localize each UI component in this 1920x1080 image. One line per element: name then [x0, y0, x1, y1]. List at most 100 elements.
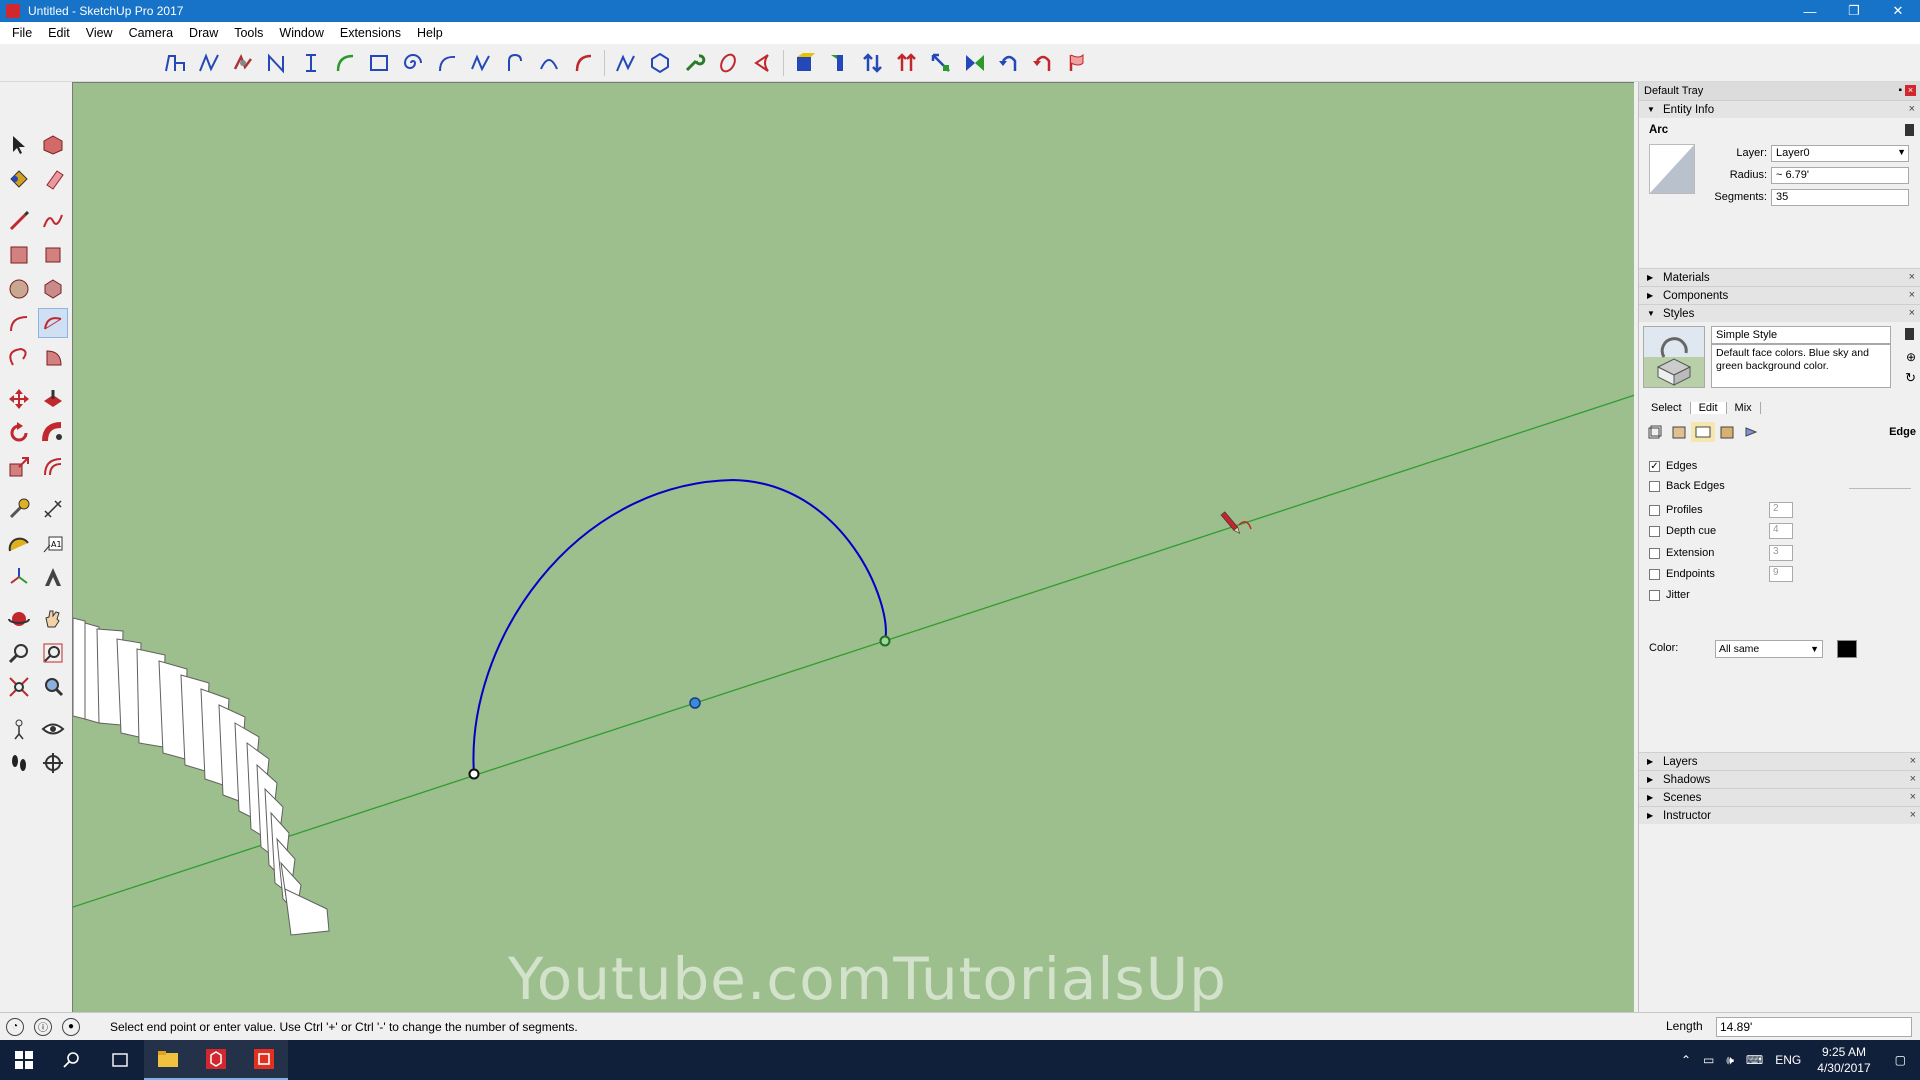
checkbox-depth-cue[interactable] [1649, 525, 1660, 537]
text-tool-icon[interactable]: A1 [38, 528, 68, 558]
position-camera-icon[interactable] [4, 714, 34, 744]
panel-close-icon[interactable]: × [1909, 307, 1915, 319]
panel-instructor[interactable]: ▶ Instructor × [1639, 806, 1920, 824]
endpoints-input[interactable]: 9 [1769, 566, 1793, 582]
panel-close-icon[interactable]: × [1909, 271, 1915, 283]
paint-bucket-icon[interactable] [4, 164, 34, 194]
option-edges[interactable]: ✓ Edges [1649, 458, 1697, 474]
fredo-curve-icon[interactable] [609, 48, 643, 78]
select-arrow-icon[interactable] [4, 130, 34, 160]
restore-button[interactable]: ❐ [1832, 0, 1876, 22]
option-jitter[interactable]: Jitter [1649, 587, 1690, 603]
zoom-window-icon[interactable] [38, 638, 68, 668]
menu-help[interactable]: Help [409, 26, 451, 40]
menu-view[interactable]: View [78, 26, 121, 40]
zoom-icon[interactable] [4, 638, 34, 668]
action-center-icon[interactable]: ▢ [1881, 1053, 1920, 1067]
chevron-up-icon[interactable]: ⌃ [1675, 1053, 1697, 1067]
bezier-curve-icon[interactable] [532, 48, 566, 78]
redo-arrow-icon[interactable] [1026, 48, 1060, 78]
rotate-icon[interactable] [4, 418, 34, 448]
sector-tool-icon[interactable] [745, 48, 779, 78]
sketchup-taskbar-icon[interactable] [192, 1040, 240, 1080]
three-point-arc-icon[interactable] [4, 342, 34, 372]
menu-window[interactable]: Window [271, 26, 331, 40]
tray-close-icon[interactable]: × [1905, 85, 1916, 96]
zoom-extents-icon[interactable] [4, 672, 34, 702]
background-settings-icon[interactable] [1691, 422, 1715, 442]
option-profiles[interactable]: Profiles [1649, 502, 1703, 518]
arc-red-icon[interactable] [566, 48, 600, 78]
account-icon[interactable]: ● [62, 1017, 80, 1036]
walk-footprints-icon[interactable] [4, 748, 34, 778]
refresh-icon[interactable]: ↻ [1905, 370, 1916, 386]
panel-close-icon[interactable]: × [1910, 791, 1916, 803]
style-save-icon[interactable] [1905, 328, 1914, 340]
rectangle-icon[interactable] [4, 240, 34, 270]
n-curve-icon[interactable] [260, 48, 294, 78]
freehand-zigzag-icon[interactable] [192, 48, 226, 78]
start-windows-icon[interactable] [0, 1040, 48, 1080]
segments-input[interactable]: 35 [1771, 188, 1909, 206]
panel-close-icon[interactable]: × [1910, 755, 1916, 767]
tab-mix[interactable]: Mix [1727, 402, 1761, 414]
panel-styles[interactable]: ▼ Styles × [1639, 304, 1920, 322]
watermark-settings-icon[interactable] [1715, 422, 1739, 442]
language-indicator[interactable]: ENG [1769, 1053, 1807, 1067]
push-face-icon[interactable] [822, 48, 856, 78]
minimize-button[interactable]: — [1788, 0, 1832, 22]
push-pull-icon[interactable] [38, 384, 68, 414]
close-button[interactable]: ✕ [1876, 0, 1920, 22]
keyboard-icon[interactable]: ⌨ [1740, 1053, 1769, 1067]
panel-scenes[interactable]: ▶ Scenes × [1639, 788, 1920, 806]
panel-close-icon[interactable]: × [1909, 103, 1915, 115]
wave-tool-icon[interactable] [464, 48, 498, 78]
face-settings-icon[interactable] [1667, 422, 1691, 442]
option-back-edges[interactable]: Back Edges [1649, 478, 1725, 494]
move-icon[interactable] [4, 384, 34, 414]
drawing-viewport[interactable]: Youtube.comTutorialsUp [72, 82, 1634, 1012]
protractor-icon[interactable] [4, 528, 34, 558]
credits-icon[interactable]: ⓘ [34, 1017, 52, 1036]
dimension-icon[interactable] [38, 494, 68, 524]
circle-icon[interactable] [4, 274, 34, 304]
eraser-icon[interactable] [38, 164, 68, 194]
radius-input[interactable]: ~ 6.79' [1771, 166, 1909, 184]
pie-icon[interactable] [38, 342, 68, 372]
style-description[interactable]: Default face colors. Blue sky and green … [1711, 344, 1891, 388]
checkbox-jitter[interactable] [1649, 589, 1660, 601]
file-explorer-icon[interactable] [144, 1040, 192, 1080]
section-plane-icon[interactable] [38, 748, 68, 778]
checkbox-endpoints[interactable] [1649, 568, 1660, 580]
menu-file[interactable]: File [4, 26, 40, 40]
orbit-icon[interactable] [4, 604, 34, 634]
rectangle-tool-icon[interactable] [362, 48, 396, 78]
scribble-tool-icon[interactable] [226, 48, 260, 78]
menu-draw[interactable]: Draw [181, 26, 226, 40]
panel-shadows[interactable]: ▶ Shadows × [1639, 770, 1920, 788]
network-icon[interactable]: ▭ [1697, 1053, 1720, 1067]
face-tool-icon[interactable] [788, 48, 822, 78]
model-scene[interactable] [73, 83, 1634, 1012]
profiles-width-input[interactable]: 2 [1769, 502, 1793, 518]
move-faces-icon[interactable] [856, 48, 890, 78]
previous-view-icon[interactable] [38, 672, 68, 702]
scale-diagonal-icon[interactable] [924, 48, 958, 78]
style-thumbnail[interactable] [1643, 326, 1705, 388]
component-maker-icon[interactable] [38, 130, 68, 160]
edge-color-swatch[interactable] [1837, 640, 1857, 658]
style-update-icon[interactable]: ⊕ [1906, 350, 1916, 364]
pin-icon[interactable]: ▪ [1898, 85, 1902, 96]
checkbox-edges[interactable]: ✓ [1649, 460, 1660, 472]
checkbox-extension[interactable] [1649, 547, 1660, 559]
checkbox-profiles[interactable] [1649, 504, 1660, 516]
layout-app-icon[interactable] [240, 1040, 288, 1080]
menu-edit[interactable]: Edit [40, 26, 78, 40]
polyline-tool-icon[interactable] [158, 48, 192, 78]
spiral-tool-icon[interactable] [396, 48, 430, 78]
hook-curve-icon[interactable] [498, 48, 532, 78]
tab-edit[interactable]: Edit [1690, 402, 1727, 414]
extrude-arrows-icon[interactable] [890, 48, 924, 78]
panel-close-icon[interactable]: × [1910, 809, 1916, 821]
arc-green-icon[interactable] [328, 48, 362, 78]
